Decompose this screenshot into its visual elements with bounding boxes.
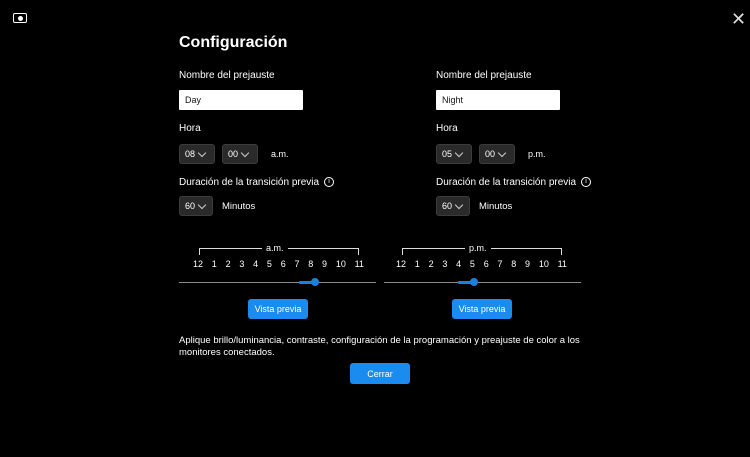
- minute-value-left: 00: [228, 149, 239, 159]
- slider-handle-left[interactable]: [311, 278, 320, 286]
- transition-value-left: 60: [185, 201, 196, 211]
- hour-tick: 12: [193, 259, 204, 269]
- transition-dropdown-right[interactable]: 60: [436, 196, 470, 216]
- hour-tick: 1: [414, 259, 420, 269]
- chevron-down-icon: [497, 148, 507, 157]
- hour-tick: 7: [294, 259, 300, 269]
- chevron-down-icon: [454, 200, 464, 209]
- hour-ticks-left: 12 1 2 3 4 5 6 7 8 9 10 11: [193, 259, 364, 269]
- hour-tick: 5: [469, 259, 475, 269]
- hour-label-left: Hora: [179, 123, 201, 134]
- transition-unit-left: Minutos: [222, 201, 256, 212]
- transition-dropdown-left[interactable]: 60: [179, 196, 213, 216]
- hour-ticks-right: 12 1 2 3 4 5 6 7 8 9 10 11: [396, 259, 567, 269]
- timeline-bracket-right: p.m.: [402, 243, 562, 255]
- hour-value-right: 05: [442, 149, 453, 159]
- minute-value-right: 00: [485, 149, 496, 159]
- hour-tick: 4: [456, 259, 462, 269]
- hour-tick: 9: [322, 259, 328, 269]
- timeline-period-left: a.m.: [262, 243, 288, 253]
- transition-label-text-right: Duración de la transición previa: [436, 177, 577, 188]
- chevron-down-icon: [454, 148, 464, 157]
- hour-tick: 11: [354, 259, 364, 269]
- hour-tick: 1: [211, 259, 217, 269]
- close-button[interactable]: Cerrar: [350, 363, 410, 384]
- hour-tick: 2: [428, 259, 434, 269]
- preview-button-right[interactable]: Vista previa: [452, 299, 512, 319]
- hour-tick: 6: [483, 259, 489, 269]
- info-icon[interactable]: i: [324, 177, 335, 188]
- transition-label-text-left: Duración de la transición previa: [179, 177, 320, 188]
- hour-tick: 3: [442, 259, 448, 269]
- hour-tick: 12: [396, 259, 407, 269]
- page-title: Configuración: [179, 34, 288, 51]
- hour-tick: 3: [239, 259, 245, 269]
- slider-track-right: [384, 282, 581, 283]
- preset-name-input-left[interactable]: [179, 90, 303, 110]
- hour-tick: 6: [280, 259, 286, 269]
- transition-value-right: 60: [442, 201, 453, 211]
- preset-name-label-left: Nombre del prejauste: [179, 70, 275, 81]
- timeline-period-right: p.m.: [465, 243, 491, 253]
- close-icon[interactable]: ✕: [731, 10, 747, 28]
- minute-dropdown-right[interactable]: 00: [479, 144, 515, 164]
- transition-label-right: Duración de la transición previa i: [436, 177, 592, 188]
- minute-dropdown-left[interactable]: 00: [222, 144, 258, 164]
- hour-dropdown-right[interactable]: 05: [436, 144, 472, 164]
- hour-dropdown-left[interactable]: 08: [179, 144, 215, 164]
- period-label-right: p.m.: [528, 149, 546, 159]
- chevron-down-icon: [197, 148, 207, 157]
- hour-tick: 7: [497, 259, 503, 269]
- info-icon[interactable]: i: [581, 177, 592, 188]
- transition-unit-right: Minutos: [479, 201, 513, 212]
- hour-tick: 4: [253, 259, 259, 269]
- chevron-down-icon: [197, 200, 207, 209]
- hour-tick: 8: [308, 259, 314, 269]
- info-note: Aplique brillo/luminancia, contraste, co…: [179, 335, 580, 358]
- hour-tick: 2: [225, 259, 231, 269]
- hour-value-left: 08: [185, 149, 196, 159]
- preview-button-left[interactable]: Vista previa: [248, 299, 308, 319]
- slider-track-left: [179, 282, 376, 283]
- chevron-down-icon: [240, 148, 250, 157]
- transition-label-left: Duración de la transición previa i: [179, 177, 335, 188]
- hour-label-right: Hora: [436, 123, 458, 134]
- hour-tick: 11: [557, 259, 567, 269]
- timeline-bracket-left: a.m.: [199, 243, 359, 255]
- slider-handle-right[interactable]: [470, 278, 479, 286]
- hour-tick: 8: [511, 259, 517, 269]
- hour-tick: 10: [538, 259, 549, 269]
- hour-tick: 9: [525, 259, 531, 269]
- preset-name-label-right: Nombre del prejauste: [436, 70, 532, 81]
- preset-name-input-right[interactable]: [436, 90, 560, 110]
- app-display-icon: [13, 13, 27, 23]
- hour-tick: 10: [335, 259, 346, 269]
- period-label-left: a.m.: [271, 149, 289, 159]
- hour-tick: 5: [266, 259, 272, 269]
